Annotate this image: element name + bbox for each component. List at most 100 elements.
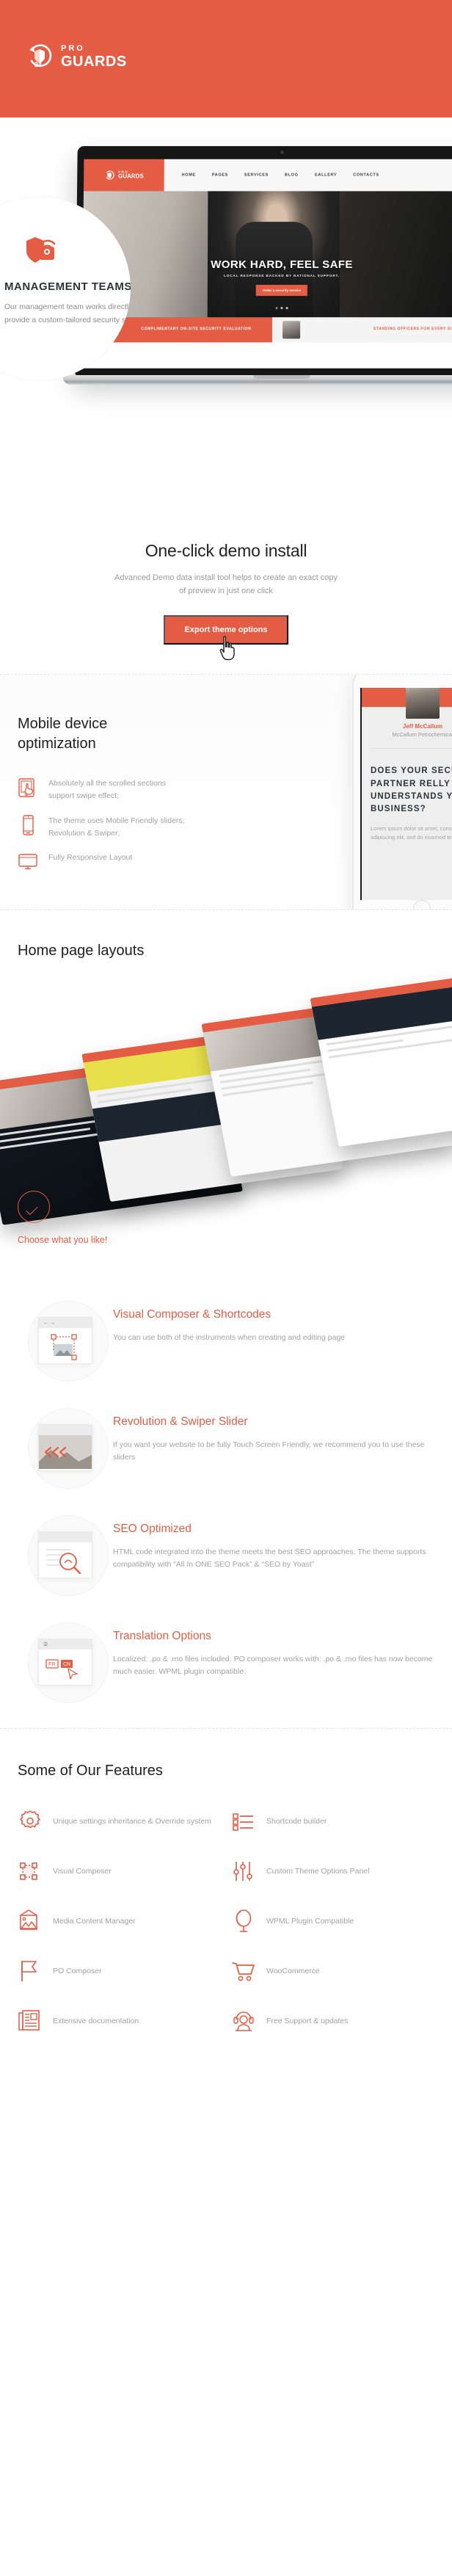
one-click-description: Advanced Demo data install tool helps to… [114,573,338,596]
nav-item-contacts[interactable]: CONTACTS [353,173,379,178]
demo-site-logo: PRO GUARDS [83,159,164,192]
proguards-shield-icon: 24 [26,43,54,70]
feature-text: Localized: .po & .mo files included. PO … [113,1654,433,1677]
shopping-cart-icon [231,1959,256,1984]
feature-title: Visual Composer & Shortcodes [113,1308,271,1321]
hamburger-icon[interactable]: ☰ [43,1641,48,1647]
nav-item-pages[interactable]: PAGES [212,173,228,178]
nav-item-gallery[interactable]: GALLERY [314,173,337,178]
some-of-our-features-section: Some of Our Features Unique settings inh… [0,1728,452,2078]
phone-body-text: Lorem ipsum dolor sit amet, consectetur … [371,825,452,841]
mobile-feature-list: Absolutely all the scrolled sections sup… [18,777,190,872]
phone-headline: DOES YOUR SECURITY PARTNER RELLY UNDERST… [371,766,452,814]
nav-item-blog[interactable]: BLOG [285,173,299,178]
list-item: Extensive documentation [18,2009,221,2033]
officer-avatar [282,321,301,339]
slider-dots[interactable] [275,307,288,310]
svg-text:24: 24 [34,61,42,68]
feature-row-seo: SEO Optimized HTML code integrated into … [0,1514,452,1597]
brand-pro-text: PRO [61,43,85,53]
demo-hero-slide: WORK HARD, FEEL SAFE LOCAL RESPONSE BACK… [82,191,452,318]
proguards-shield-small-icon [104,170,115,181]
feature-thumb [18,1514,113,1597]
window-toolbar: ☰ [39,1639,92,1650]
nav-item-services[interactable]: SERVICES [244,173,269,178]
feature-title: Revolution & Swiper Slider [113,1415,248,1429]
brand-logo[interactable]: 24 PRO GUARDS [26,43,127,70]
features-grid: Unique settings inheritance & Override s… [18,1809,434,2033]
window-toolbar [39,1425,92,1436]
visual-composer-window-icon: ← → [38,1317,92,1365]
order-security-service-button[interactable]: Order a security service [255,285,308,297]
monitor-icon [18,852,38,872]
demo-site-menu: HOME PAGES SERVICES BLOG GALLERY CONTACT… [164,159,452,192]
mobile-feature-text: Absolutely all the scrolled sections sup… [48,779,166,801]
phone-mockup: Jeff McCallum McCallum Petrochemical DOE… [354,675,452,910]
feature-text: You can use both of the instruments when… [113,1332,345,1342]
laptop-mockup: PRO GUARDS HOME PAGES SERVICES BLOG GALL… [63,145,452,385]
list-item: WPML Plugin Compatible [231,1909,434,1934]
mobile-feature-text: The theme uses Mobile Friendly sliders: … [48,816,185,838]
phone-home-button[interactable] [413,900,431,910]
laptop-camera-icon [280,150,284,154]
feature-grid-label: WooCommerce [266,1966,320,1975]
divider [371,748,452,750]
feature-grid-label: Visual Composer [53,1866,112,1876]
feature-title: Translation Options [113,1630,211,1643]
list-item: The theme uses Mobile Friendly sliders: … [18,815,190,840]
gear-icon [18,1809,43,1834]
feature-grid-label: PO Composer [53,1966,102,1975]
image-icon [18,1909,43,1934]
one-click-demo-section: One-click demo install Advanced Demo dat… [0,532,452,664]
theme-landing-page: 24 PRO GUARDS PRO GUARDS HOME PAGES SERV… [0,0,452,2078]
feature-thumb: ← → [18,1299,113,1382]
flag-icon [18,1959,43,1984]
demo-hero-headline: WORK HARD, FEEL SAFE [211,258,353,271]
arrows-glyph: ← → [43,1320,55,1326]
feature-rows: ← → Visual Composer & Shortcodes You can… [0,1299,452,1704]
feature-text: HTML code integrated into the theme meet… [113,1547,426,1570]
seo-magnifier-icon [38,1531,92,1579]
home-page-layouts-section: Home page layouts Choose what you like! [0,910,452,1299]
shortcode-list-icon [231,1809,256,1834]
list-item: Absolutely all the scrolled sections sup… [18,777,190,802]
mobile-feature-text: Fully Responsive Layout [48,853,133,863]
circle-check-icon [18,1191,50,1224]
promo-strip-right-text: STANDING OFFICERS FOR EVERY SITUATION [373,327,452,332]
one-click-title: One-click demo install [145,541,307,560]
guard-photo [207,191,340,318]
globe-icon [231,1909,256,1934]
feature-grid-label: Media Content Manager [53,1916,136,1926]
feature-row-translation: ☰ FR CN Translation Options Localized: .… [0,1621,452,1704]
feature-grid-label: Extensive documentation [53,2016,139,2025]
feature-grid-label: Shortcode builder [266,1816,327,1826]
window-toolbar: ← → [39,1318,92,1329]
sliders-icon [231,1859,256,1884]
list-item: Shortcode builder [231,1809,434,1834]
svg-text:CN: CN [63,1662,70,1667]
demo-promo-strips: COMPLIMENTARY ON-SITE SECURITY EVALUATIO… [81,317,452,343]
feature-title: SEO Optimized [113,1523,192,1536]
features-grid-title: Some of Our Features [18,1763,163,1779]
feature-grid-label: Free Support & updates [266,2016,349,2025]
layouts-title: Home page layouts [18,943,145,959]
laptop-base [63,375,452,385]
list-item: Unique settings inheritance & Override s… [18,1809,221,1834]
tablet-swipe-icon [18,777,38,798]
mobile-optimization-section: Mobile device optimization Absolutely al… [0,674,452,911]
choose-caption: Choose what you like! [18,1235,108,1246]
list-item: PO Composer [18,1959,221,1984]
nav-item-home[interactable]: HOME [182,173,196,178]
list-item: Visual Composer [18,1859,221,1884]
list-item: Custom Theme Options Panel [231,1859,434,1884]
promo-strip-right: STANDING OFFICERS FOR EVERY SITUATION [271,317,452,343]
selection-box-icon [18,1859,43,1884]
mobile-section-title: Mobile device optimization [18,716,108,752]
feature-thumb: ☰ FR CN [18,1621,113,1704]
demo-site-navbar: PRO GUARDS HOME PAGES SERVICES BLOG GALL… [83,159,452,192]
circle-card-text: Our management team works directly with … [4,302,131,325]
newspaper-icon [18,2009,43,2033]
phone-screen: Jeff McCallum McCallum Petrochemical DOE… [360,688,452,901]
smartphone-icon [18,815,38,835]
window-toolbar [39,1532,92,1543]
